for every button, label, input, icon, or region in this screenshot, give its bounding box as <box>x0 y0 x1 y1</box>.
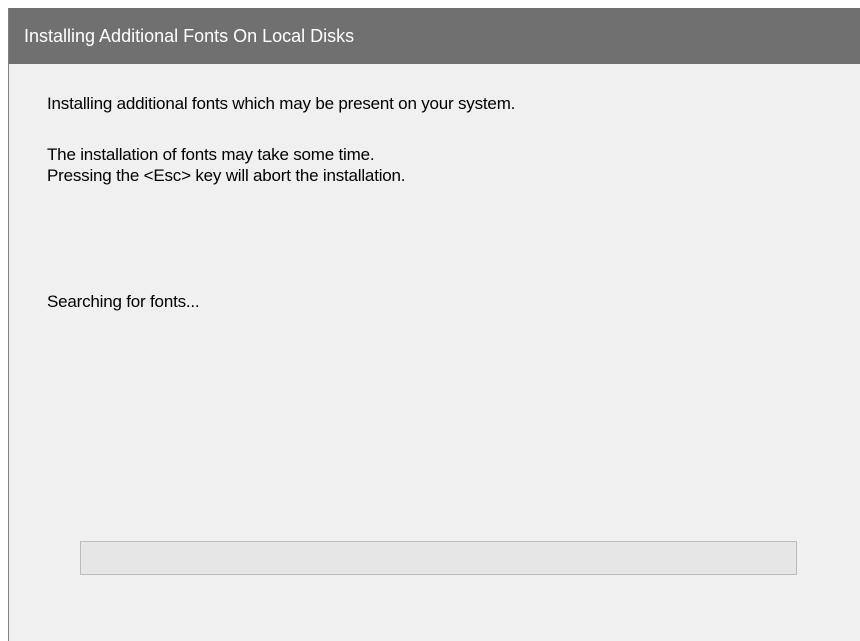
status-text: Searching for fonts... <box>47 292 200 311</box>
install-fonts-dialog: Installing Additional Fonts On Local Dis… <box>8 8 860 641</box>
abort-hint-message: Pressing the <Esc> key will abort the in… <box>47 166 406 185</box>
dialog-title-bar[interactable]: Installing Additional Fonts On Local Dis… <box>9 8 860 64</box>
time-warning-message: The installation of fonts may take some … <box>47 145 375 164</box>
progress-bar <box>80 541 797 575</box>
intro-message: Installing additional fonts which may be… <box>47 94 516 113</box>
